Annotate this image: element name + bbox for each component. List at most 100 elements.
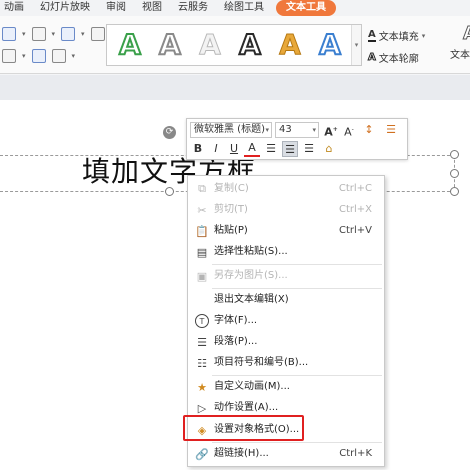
font-size-select[interactable]: 43 ▾ <box>275 122 319 138</box>
menu-item-save-as-image[interactable]: ▣ 另存为图片(S)... <box>188 265 384 286</box>
spacing-icon[interactable] <box>31 49 46 63</box>
menu-item-label: 复制(C) <box>214 183 249 194</box>
text-fill-button[interactable]: A 文本填充 ▾ <box>368 28 425 43</box>
text-style-green[interactable]: A <box>113 27 147 62</box>
tab-drawing-tools[interactable]: 绘图工具 <box>216 0 272 16</box>
ribbon-right-group: A 文本填充 ▾ A 文本轮廓 A 文本效果 <box>368 23 470 70</box>
arrange-icon[interactable] <box>51 49 66 63</box>
text-style-gallery: A A A A A A ▾ <box>106 24 362 66</box>
menu-item-shortcut: Ctrl+X <box>338 204 372 215</box>
shrink-font-icon[interactable]: A- <box>341 122 357 139</box>
menu-item-exit-text-edit[interactable]: 退出文本编辑(X) <box>188 289 384 310</box>
save-as-image-icon: ▣ <box>196 269 208 283</box>
menu-item-label: 超链接(H)... <box>214 448 269 459</box>
resize-handle[interactable] <box>450 150 459 159</box>
chevron-down-icon[interactable]: ▾ <box>22 30 26 38</box>
text-effect-label: 文本效果 <box>450 50 470 61</box>
chevron-down-icon[interactable]: ▾ <box>52 30 56 38</box>
text-style-orange[interactable]: A <box>273 28 307 62</box>
ribbon-body: ▾ ▾ ▾ ▾ ▾ A A A A A A ▾ A 文本填充 ▾ A 文本轮廓 … <box>0 16 470 74</box>
columns-icon[interactable] <box>90 27 105 41</box>
chevron-down-icon: ▾ <box>265 126 269 134</box>
resize-handle[interactable] <box>450 169 459 178</box>
font-icon: T <box>195 314 209 328</box>
line-spacing-icon[interactable]: ↕ <box>361 122 377 138</box>
text-style-black[interactable]: A <box>233 27 267 62</box>
menu-item-label: 选择性粘贴(S)... <box>214 246 288 257</box>
chevron-down-icon[interactable]: ▾ <box>72 52 76 60</box>
paragraph-icon: ☰ <box>197 335 207 349</box>
vertical-align-icon[interactable] <box>61 27 76 41</box>
menu-item-paste[interactable]: 📋 粘贴(P) Ctrl+V <box>188 220 384 241</box>
menu-item-label: 自定义动画(M)... <box>214 381 290 392</box>
text-outline-button[interactable]: A 文本轮廓 <box>368 50 419 66</box>
align-center-icon[interactable]: ☰ <box>282 141 298 157</box>
menu-item-label: 退出文本编辑(X) <box>214 294 289 305</box>
menu-item-font[interactable]: T 字体(F)... <box>188 310 384 331</box>
floating-format-toolbar: 微软雅黑 (标题) ▾ 43 ▾ A+ A- ↕ ☰ B I U A ☰ ☰ ☰… <box>186 118 408 160</box>
text-direction-icon[interactable] <box>31 27 46 41</box>
text-style-light[interactable]: A <box>193 28 227 62</box>
tab-animation[interactable]: 动画 <box>0 0 32 16</box>
wps-presentation-window: 动画 幻灯片放映 审阅 视图 云服务 绘图工具 文本工具 ▾ ▾ ▾ ▾ ▾ A… <box>0 0 470 470</box>
italic-button[interactable]: I <box>208 141 224 157</box>
menu-item-bullets[interactable]: ☷ 项目符号和编号(B)... <box>188 352 384 373</box>
action-icon: ▷ <box>197 401 207 415</box>
tab-review[interactable]: 审阅 <box>98 0 134 16</box>
menu-item-label: 另存为图片(S)... <box>214 270 288 281</box>
menu-item-label: 剪切(T) <box>214 204 248 215</box>
menu-item-custom-animation[interactable]: ★ 自定义动画(M)... <box>188 376 384 397</box>
highlight-box <box>183 415 304 441</box>
font-size-value: 43 <box>279 124 292 135</box>
font-color-button[interactable]: A <box>244 141 260 157</box>
list-icon[interactable]: ☰ <box>383 122 399 138</box>
custom-animation-icon: ★ <box>197 380 207 394</box>
text-style-gray[interactable]: A <box>153 27 187 62</box>
copy-icon: ⧉ <box>198 182 206 195</box>
align-icon[interactable] <box>2 27 16 41</box>
chevron-down-icon: ▾ <box>421 31 426 40</box>
text-outline-label: 文本轮廓 <box>378 54 419 65</box>
format-painter-icon[interactable]: ⌂ <box>321 141 337 157</box>
rotate-handle-icon[interactable]: ⟳ <box>163 126 176 139</box>
align-left-icon[interactable]: ☰ <box>263 141 279 157</box>
chevron-down-icon[interactable]: ▾ <box>81 30 85 38</box>
paste-special-icon: ▤ <box>196 245 208 259</box>
text-effect-button[interactable]: A 文本效果 <box>450 23 470 61</box>
align-right-icon[interactable]: ☰ <box>301 141 317 157</box>
text-effect-icon: A <box>463 23 470 44</box>
menu-item-copy[interactable]: ⧉ 复制(C) Ctrl+C <box>188 178 384 199</box>
gallery-more-button[interactable]: ▾ <box>351 25 361 65</box>
chevron-down-icon[interactable]: ▾ <box>22 52 26 60</box>
tab-slideshow[interactable]: 幻灯片放映 <box>32 0 98 16</box>
tab-cloud[interactable]: 云服务 <box>170 0 216 16</box>
text-style-blue[interactable]: A <box>313 27 347 62</box>
menu-item-label: 字体(F)... <box>214 315 258 326</box>
text-fill-icon: A <box>368 28 376 42</box>
menu-item-hyperlink[interactable]: 🔗 超链接(H)... Ctrl+K <box>188 443 384 464</box>
font-name-select[interactable]: 微软雅黑 (标题) ▾ <box>190 122 272 138</box>
menu-item-cut[interactable]: ✂ 剪切(T) Ctrl+X <box>188 199 384 220</box>
resize-handle[interactable] <box>450 187 459 196</box>
menu-item-shortcut: Ctrl+K <box>339 448 372 459</box>
menu-item-label: 段落(P)... <box>214 336 258 347</box>
bullets-icon: ☷ <box>197 356 207 370</box>
menu-item-label: 项目符号和编号(B)... <box>214 357 309 368</box>
tab-text-tools[interactable]: 文本工具 <box>276 0 336 16</box>
ribbon-row-1: ▾ ▾ ▾ <box>0 24 105 44</box>
menu-item-label: 粘贴(P) <box>214 225 248 236</box>
underline-button[interactable]: U <box>226 141 242 157</box>
menu-item-shortcut: Ctrl+V <box>338 225 372 236</box>
grow-font-icon[interactable]: A+ <box>323 122 339 139</box>
cut-icon: ✂ <box>197 203 207 217</box>
paste-icon: 📋 <box>195 224 209 238</box>
menu-item-shortcut: Ctrl+C <box>338 183 372 194</box>
menu-item-paragraph[interactable]: ☰ 段落(P)... <box>188 331 384 352</box>
menu-item-paste-special[interactable]: ▤ 选择性粘贴(S)... <box>188 241 384 262</box>
bold-button[interactable]: B <box>190 141 206 157</box>
ribbon-left-group: ▾ ▾ ▾ ▾ ▾ <box>0 22 105 68</box>
tab-view[interactable]: 视图 <box>134 0 170 16</box>
indent-icon[interactable] <box>2 49 16 63</box>
ribbon-tab-bar: 动画 幻灯片放映 审阅 视图 云服务 绘图工具 文本工具 <box>0 0 470 16</box>
text-outline-icon: A <box>368 52 377 64</box>
